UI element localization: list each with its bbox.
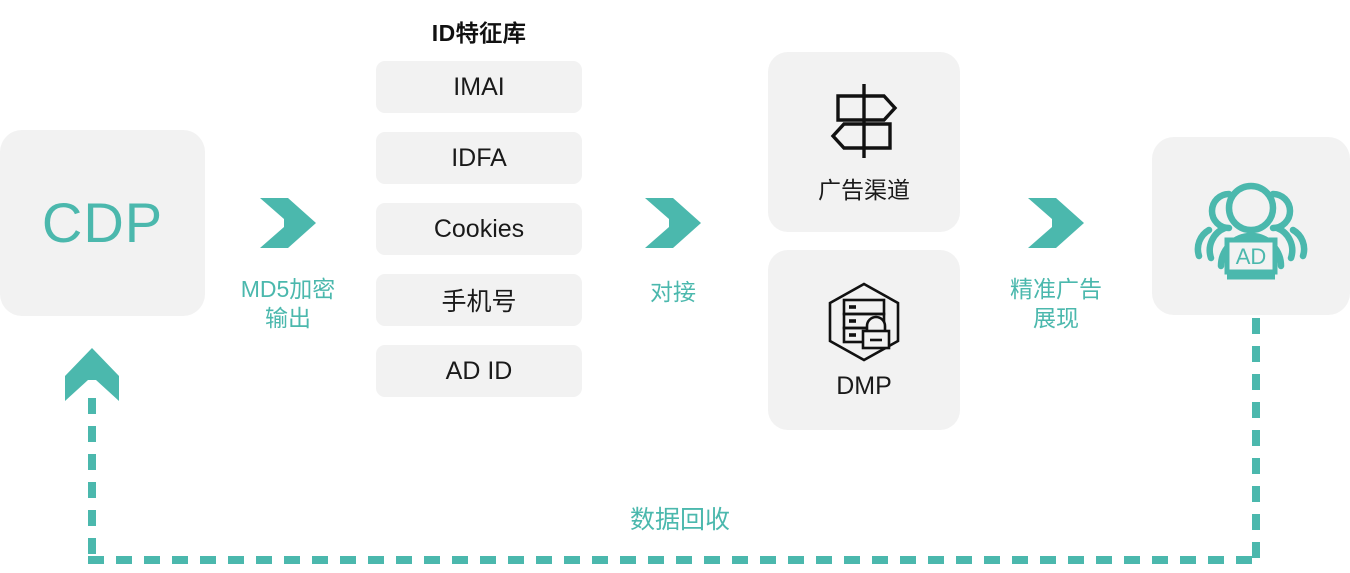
arrow-precision-ad-label: 精准广告 展现 [1010, 276, 1102, 332]
id-library-title: ID特征库 [431, 20, 527, 46]
arrow-docking [643, 196, 703, 250]
id-library: ID特征库 IMAI IDFA Cookies 手机号 AD ID [376, 14, 582, 397]
id-library-item-label: IMAI [453, 72, 505, 101]
channel-card-label: 广告渠道 [818, 177, 910, 203]
feedback-line-vertical-left [88, 398, 96, 564]
cdp-block: CDP [0, 130, 205, 316]
channel-card-label: DMP [836, 371, 892, 400]
id-library-item-label: 手机号 [441, 288, 517, 316]
arrow-up-icon [65, 348, 119, 401]
list-item[interactable]: AD ID [376, 345, 582, 397]
arrow-md5 [258, 196, 318, 250]
feedback-label: 数据回收 [629, 506, 730, 534]
audience-ad-icon: AD [1181, 166, 1321, 286]
diagram-canvas: CDP MD5加密 输出 ID特征库 IMAI IDFA Cookies 手机号… [0, 0, 1350, 573]
chevron-right-icon [260, 198, 316, 248]
list-item[interactable]: 手机号 [376, 274, 582, 326]
audience-card[interactable]: AD [1152, 137, 1350, 315]
arrow-md5-label: MD5加密 输出 [240, 276, 336, 332]
channel-card-ad-channel[interactable]: 广告渠道 [768, 52, 960, 232]
channel-card-dmp[interactable]: DMP [768, 250, 960, 430]
feedback-arrow-up [63, 347, 121, 403]
chevron-right-icon [1028, 198, 1084, 248]
chevron-right-icon [645, 198, 701, 248]
list-item[interactable]: Cookies [376, 203, 582, 255]
arrow-precision-ad [1026, 196, 1086, 250]
id-library-item-label: AD ID [445, 356, 513, 385]
hexagon-server-lock-icon [822, 280, 906, 364]
feedback-line-vertical-right [1252, 318, 1260, 562]
list-item[interactable]: IMAI [376, 61, 582, 113]
arrow-docking-label: 对接 [650, 279, 696, 305]
id-library-item-label: IDFA [451, 143, 507, 172]
feedback-line-horizontal [88, 556, 1260, 564]
id-library-list: IMAI IDFA Cookies 手机号 AD ID [376, 61, 582, 397]
audience-ad-badge-text: AD [1236, 244, 1267, 269]
id-library-item-label: Cookies [433, 214, 525, 243]
signpost-icon [822, 79, 906, 163]
list-item[interactable]: IDFA [376, 132, 582, 184]
cdp-label: CDP [41, 191, 164, 254]
